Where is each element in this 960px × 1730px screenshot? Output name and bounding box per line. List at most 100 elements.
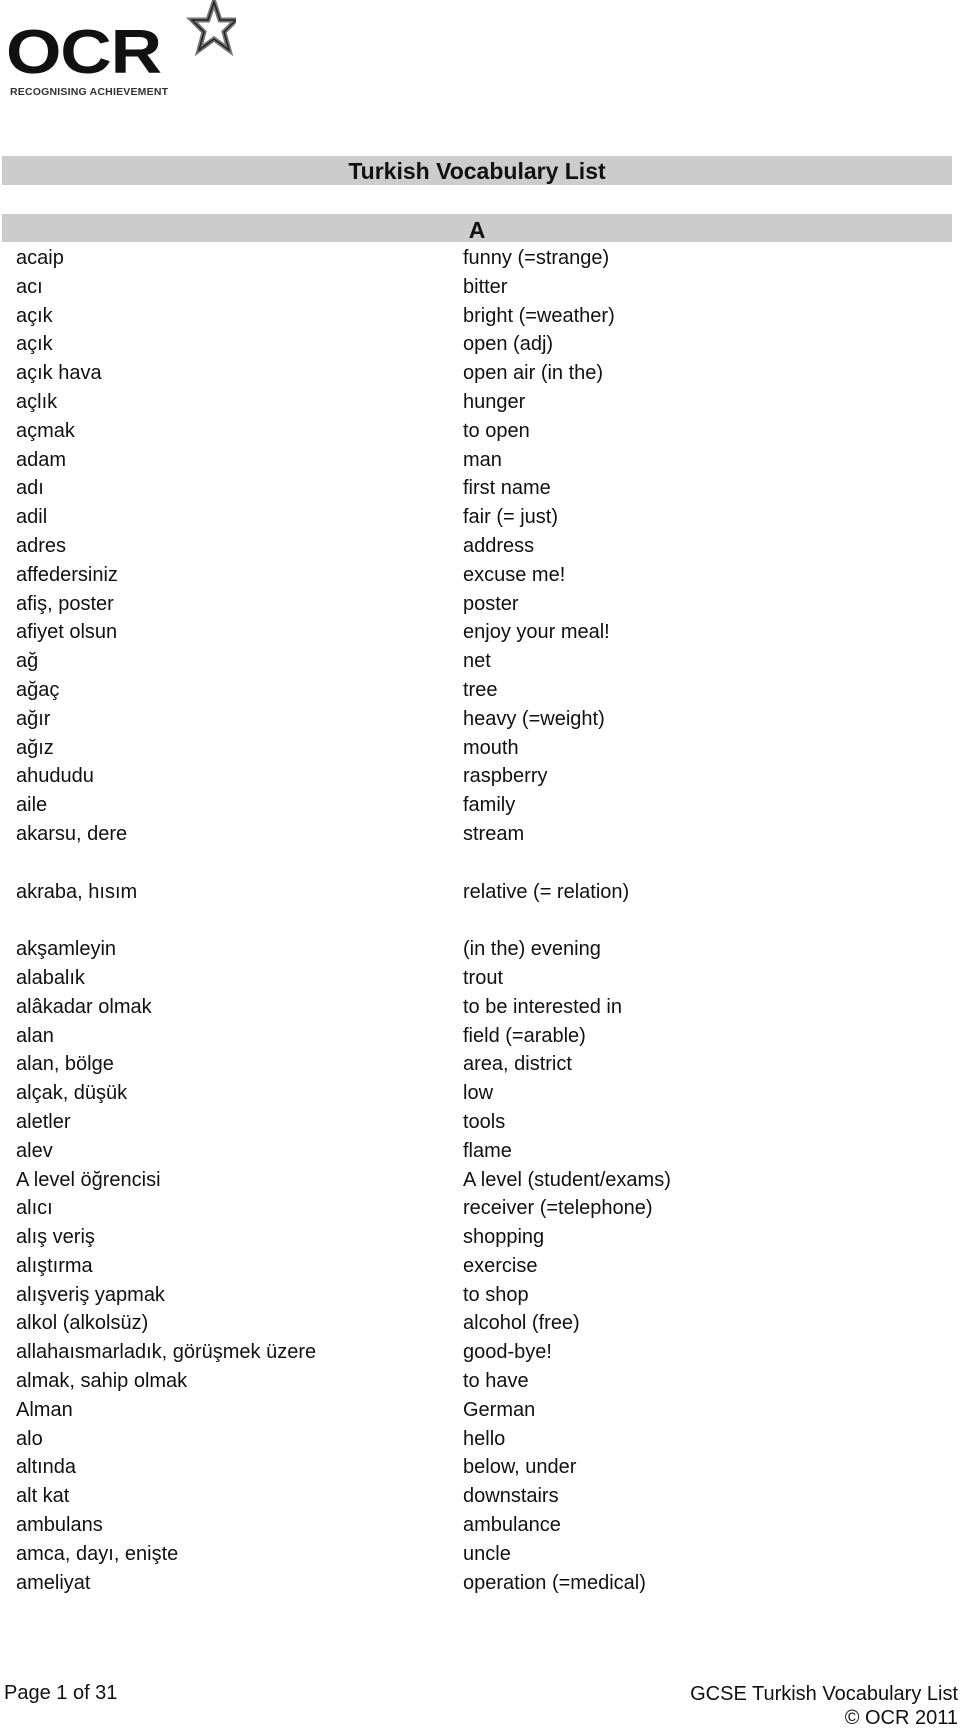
turkish-term: adres [16,534,67,557]
turkish-term: allahaısmarladık, görüşmek üzere [16,1341,317,1364]
turkish-term: ağır [16,707,51,730]
turkish-term: amca, dayı, enişte [16,1542,179,1565]
turkish-term: alâkadar olmak [16,995,152,1018]
vocab-row: allahaısmarladık, görüşmek üzere good-bye… [16,1338,946,1367]
english-translation: operation (=medical) [463,1571,646,1594]
vocab-row: afiş, poster poster [16,590,946,619]
english-translation: man [463,448,502,471]
page-number: Page 1 of 31 [4,1682,118,1704]
page-title: Turkish Vocabulary List [2,156,952,185]
english-translation: ambulance [463,1514,561,1537]
turkish-term: açık hava [16,362,102,385]
english-translation: below, under [463,1456,577,1479]
turkish-term: alo [16,1427,43,1450]
vocab-row: alâkadar olmak to be interested in [16,993,946,1022]
vocabulary-list: acaip funny (=strange) acı bitter açık bright… [16,244,946,1597]
vocab-row: akşamleyin (in the) evening [16,935,946,964]
turkish-term: ambulans [16,1514,103,1537]
turkish-term: ağaç [16,678,60,701]
vocab-row: acı bitter [16,273,946,302]
turkish-term: alan [16,1024,54,1047]
turkish-term: alıcı [16,1197,53,1220]
vocab-row: amca, dayı, enişte uncle [16,1540,946,1569]
english-translation: to have [463,1370,529,1393]
turkish-term: alçak, düşük [16,1082,128,1105]
english-translation: heavy (=weight) [463,707,605,730]
english-translation: stream [463,822,525,845]
star-icon [185,0,236,56]
english-translation: trout [463,966,504,989]
turkish-term: afiş, poster [16,592,114,615]
english-translation: to shop [463,1283,529,1306]
english-translation: relative (= relation) [463,880,630,903]
turkish-term: alan, bölge [16,1053,114,1076]
turkish-term: affedersiniz [16,563,118,586]
english-translation: tools [463,1110,506,1133]
turkish-term: ağız [16,736,54,759]
vocab-row: ağaç tree [16,676,946,705]
vocab-row: adam man [16,446,946,475]
vocab-row: adı first name [16,474,946,503]
vocab-row: ağır heavy (=weight) [16,705,946,734]
english-translation: downstairs [463,1485,559,1508]
english-translation: German [463,1398,536,1421]
turkish-term: açık [16,304,53,327]
turkish-term: Alman [16,1398,73,1421]
vocab-row: ameliyat operation (=medical) [16,1569,946,1598]
turkish-term: ameliyat [16,1571,91,1594]
english-translation: bright (=weather) [463,304,615,327]
english-translation: to open [463,419,530,442]
footer-info: GCSE Turkish Vocabulary List © OCR 2011 [690,1682,958,1730]
english-translation: net [463,650,491,673]
vocab-row: akarsu, dere stream [16,820,946,849]
turkish-term: akşamleyin [16,938,117,961]
english-translation: field (=arable) [463,1024,586,1047]
vocab-row: adres address [16,532,946,561]
english-translation: bitter [463,275,508,298]
english-translation: alcohol (free) [463,1312,580,1335]
english-translation: good-bye! [463,1341,552,1364]
turkish-term: alıştırma [16,1254,93,1277]
turkish-term: alışveriş yapmak [16,1283,165,1306]
turkish-term: alış veriş [16,1226,95,1249]
turkish-term: açlık [16,390,58,413]
english-translation: family [463,794,516,817]
turkish-term: acı [16,275,43,298]
turkish-term: akraba, hısım [16,880,138,903]
document-title: GCSE Turkish Vocabulary List [690,1683,958,1705]
english-translation: mouth [463,736,519,759]
vocab-row: adil fair (= just) [16,503,946,532]
turkish-term: adam [16,448,67,471]
english-translation: tree [463,678,498,701]
vocab-row: açık hava open air (in the) [16,359,946,388]
vocab-row: alan field (=arable) [16,1022,946,1051]
vocab-row: açmak to open [16,417,946,446]
vocab-row: afiyet olsun enjoy your meal! [16,618,946,647]
logo-tagline: RECOGNISING ACHIEVEMENT [10,86,169,98]
turkish-term: açık [16,333,53,356]
vocab-row: alev flame [16,1137,946,1166]
vocab-row: ahududu raspberry [16,762,946,791]
turkish-term: A level öğrencisi [16,1168,161,1191]
vocab-row: alo hello [16,1425,946,1454]
english-translation: raspberry [463,765,548,788]
english-translation: flame [463,1139,512,1162]
turkish-term: afiyet olsun [16,621,118,644]
english-translation: funny (=strange) [463,247,610,269]
vocab-row: akraba, hısım relative (= relation) [16,878,946,907]
turkish-term: aletler [16,1110,71,1133]
vocab-row: aile family [16,791,946,820]
vocab-row: ağ net [16,647,946,676]
english-translation: exercise [463,1254,538,1277]
logo-wordmark: OCR [6,18,162,87]
english-translation: hunger [463,390,526,413]
turkish-term: aile [16,794,48,817]
vocab-row: almak, sahip olmak to have [16,1367,946,1396]
vocab-row: açık open (adj) [16,330,946,359]
ocr-logo: OCR RECOGNISING ACHIEVEMENT [6,0,236,102]
turkish-term: açmak [16,419,75,442]
vocab-row: alabalık trout [16,964,946,993]
vocab-row: altında below, under [16,1453,946,1482]
english-translation: address [463,534,535,557]
turkish-term: almak, sahip olmak [16,1370,188,1393]
